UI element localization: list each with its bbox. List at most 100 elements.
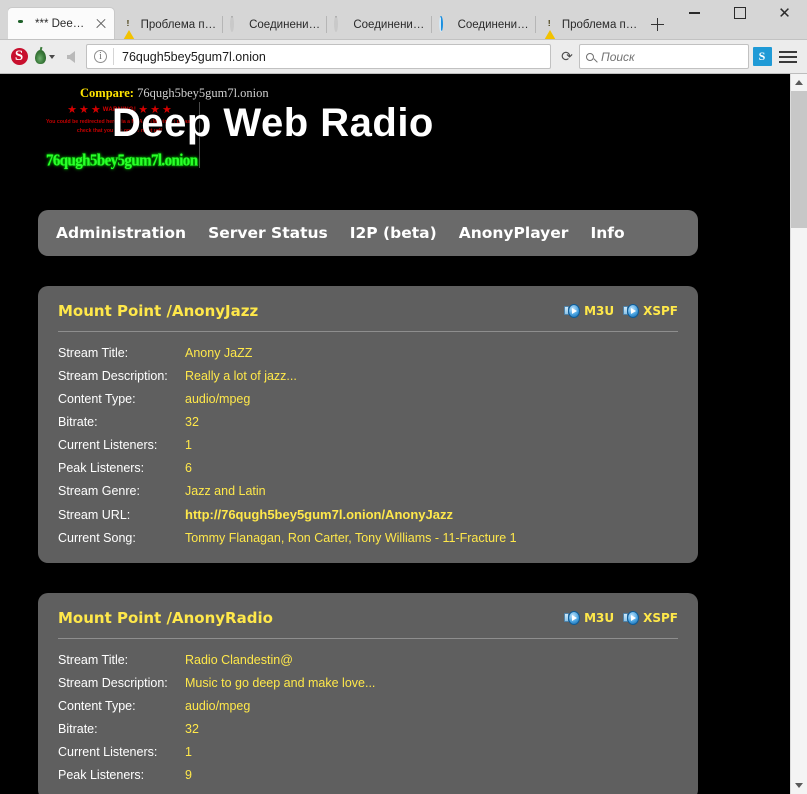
nav-link-info[interactable]: Info — [590, 224, 624, 242]
address-bar[interactable]: 76qugh5bey5gum7l.onion — [86, 44, 551, 69]
row-label: Bitrate: — [58, 722, 185, 736]
table-row: Content Type: audio/mpeg — [58, 694, 678, 717]
mount-point-header: Mount Point /AnonyJazz M3U XSPF — [58, 302, 678, 332]
row-label: Peak Listeners: — [58, 768, 185, 782]
m3u-link[interactable]: M3U — [564, 304, 614, 319]
row-label: Bitrate: — [58, 415, 185, 429]
row-value: Really a lot of jazz... — [185, 369, 297, 383]
back-button[interactable] — [58, 44, 84, 70]
stream-details-table: Stream Title: Radio Clandestin@ Stream D… — [58, 639, 678, 786]
row-label: Current Listeners: — [58, 438, 185, 452]
table-row: Current Song: Tommy Flanagan, Ron Carter… — [58, 526, 678, 549]
torbutton-button[interactable] — [32, 44, 58, 70]
site-navigation: Administration Server Status I2P (beta) … — [38, 210, 698, 256]
mount-point-prefix: Mount Point — [58, 609, 161, 627]
browser-toolbar: S 76qugh5bey5gum7l.onion ⟳ Поиск S — [0, 40, 807, 74]
m3u-link[interactable]: M3U — [564, 611, 614, 626]
row-label: Current Listeners: — [58, 745, 185, 759]
chevron-up-icon — [795, 80, 803, 85]
stream-url-link[interactable]: http://76qugh5bey5gum7l.onion/AnonyJazz — [185, 507, 453, 522]
row-label: Stream Title: — [58, 346, 185, 360]
extension-icon: S — [753, 47, 772, 66]
window-controls: ✕ — [672, 0, 807, 39]
tab-title: Проблема пр... — [562, 19, 638, 31]
close-window-button[interactable]: ✕ — [762, 1, 807, 25]
table-row: Stream Description: Music to go deep and… — [58, 671, 678, 694]
search-placeholder: Поиск — [601, 50, 635, 64]
mount-point-panel: Mount Point /AnonyJazz M3U XSPF — [38, 286, 698, 563]
search-bar[interactable]: Поиск — [579, 44, 749, 69]
scroll-down-button[interactable] — [791, 777, 807, 794]
xspf-link[interactable]: XSPF — [623, 611, 678, 626]
row-value: 32 — [185, 722, 199, 736]
row-label: Content Type: — [58, 392, 185, 406]
tab-title: Соединение... — [458, 19, 529, 31]
xspf-link[interactable]: XSPF — [623, 304, 678, 319]
table-row: Peak Listeners: 9 — [58, 763, 678, 786]
browser-tab-4[interactable]: Соединение... — [326, 10, 430, 39]
playlist-speaker-icon — [564, 611, 580, 626]
chevron-down-icon — [795, 783, 803, 788]
divider — [113, 48, 114, 65]
hamburger-icon — [779, 48, 797, 66]
loading-spinner-blue-icon — [439, 18, 453, 32]
m3u-label: M3U — [584, 611, 614, 625]
m3u-label: M3U — [584, 304, 614, 318]
onion-address-graphic: 76qugh5bey5gum7l.onion — [46, 152, 196, 172]
noscript-icon: S — [11, 48, 28, 65]
browser-tab-3[interactable]: Соединение... — [222, 10, 326, 39]
scroll-up-button[interactable] — [791, 74, 807, 91]
mount-point-title: Mount Point /AnonyRadio — [58, 609, 273, 627]
browser-titlebar: *** Deep ... Проблема пр... Соединение..… — [0, 0, 807, 40]
warning-icon — [122, 18, 136, 32]
mount-point-header: Mount Point /AnonyRadio M3U XSPF — [58, 609, 678, 639]
row-value: 9 — [185, 768, 192, 782]
browser-tab-2[interactable]: Проблема пр... — [114, 10, 223, 39]
browser-tab-6[interactable]: Проблема пр... — [535, 10, 644, 39]
playlist-speaker-icon — [564, 304, 580, 319]
table-row: Stream Genre: Jazz and Latin — [58, 479, 678, 502]
row-label: Stream Description: — [58, 676, 185, 690]
table-row: Peak Listeners: 6 — [58, 456, 678, 479]
mount-point-path: /AnonyJazz — [167, 302, 259, 320]
browser-tab-5[interactable]: Соединение... — [431, 10, 535, 39]
browser-window: *** Deep ... Проблема пр... Соединение..… — [0, 0, 807, 794]
table-row: Current Listeners: 1 — [58, 740, 678, 763]
scrollbar-thumb[interactable] — [791, 91, 807, 228]
menu-button[interactable] — [775, 44, 801, 70]
minimize-button[interactable] — [672, 1, 717, 25]
search-icon — [586, 53, 594, 61]
row-value: Anony JaZZ — [185, 346, 252, 360]
playlist-links: M3U XSPF — [564, 304, 678, 319]
reload-button[interactable]: ⟳ — [555, 49, 579, 65]
star-icon: ★ — [67, 104, 77, 115]
extension-button[interactable]: S — [749, 44, 775, 70]
row-value: audio/mpeg — [185, 392, 250, 406]
tab-title: *** Deep ... — [35, 18, 88, 30]
noscript-button[interactable]: S — [6, 44, 32, 70]
row-value: Jazz and Latin — [185, 484, 266, 498]
table-row: Stream URL: http://76qugh5bey5gum7l.onio… — [58, 502, 678, 526]
scrollbar-track[interactable] — [791, 91, 807, 777]
row-value: 6 — [185, 461, 192, 475]
nav-link-administration[interactable]: Administration — [56, 224, 186, 242]
page-scrollbar[interactable] — [790, 74, 807, 794]
tab-title: Соединение... — [249, 19, 320, 31]
row-label: Current Song: — [58, 531, 185, 545]
nav-link-server-status[interactable]: Server Status — [208, 224, 328, 242]
nav-link-anonyplayer[interactable]: AnonyPlayer — [459, 224, 569, 242]
nav-link-i2p[interactable]: I2P (beta) — [350, 224, 437, 242]
row-label: Stream Genre: — [58, 484, 185, 498]
site-banner-area: Compare: 76qugh5bey5gum7l.onion ★ ★ ★ WA… — [0, 74, 790, 174]
compare-url: 76qugh5bey5gum7l.onion — [137, 86, 269, 100]
site-info-icon[interactable] — [94, 50, 107, 63]
row-value: audio/mpeg — [185, 699, 250, 713]
playlist-speaker-icon — [623, 611, 639, 626]
close-icon[interactable] — [94, 17, 108, 31]
row-value: 1 — [185, 438, 192, 452]
maximize-button[interactable] — [717, 1, 762, 25]
row-label: Stream Description: — [58, 369, 185, 383]
deep-web-radio-site: Compare: 76qugh5bey5gum7l.onion ★ ★ ★ WA… — [0, 74, 790, 794]
browser-tab-1[interactable]: *** Deep ... — [8, 8, 114, 39]
new-tab-button[interactable] — [643, 10, 672, 39]
